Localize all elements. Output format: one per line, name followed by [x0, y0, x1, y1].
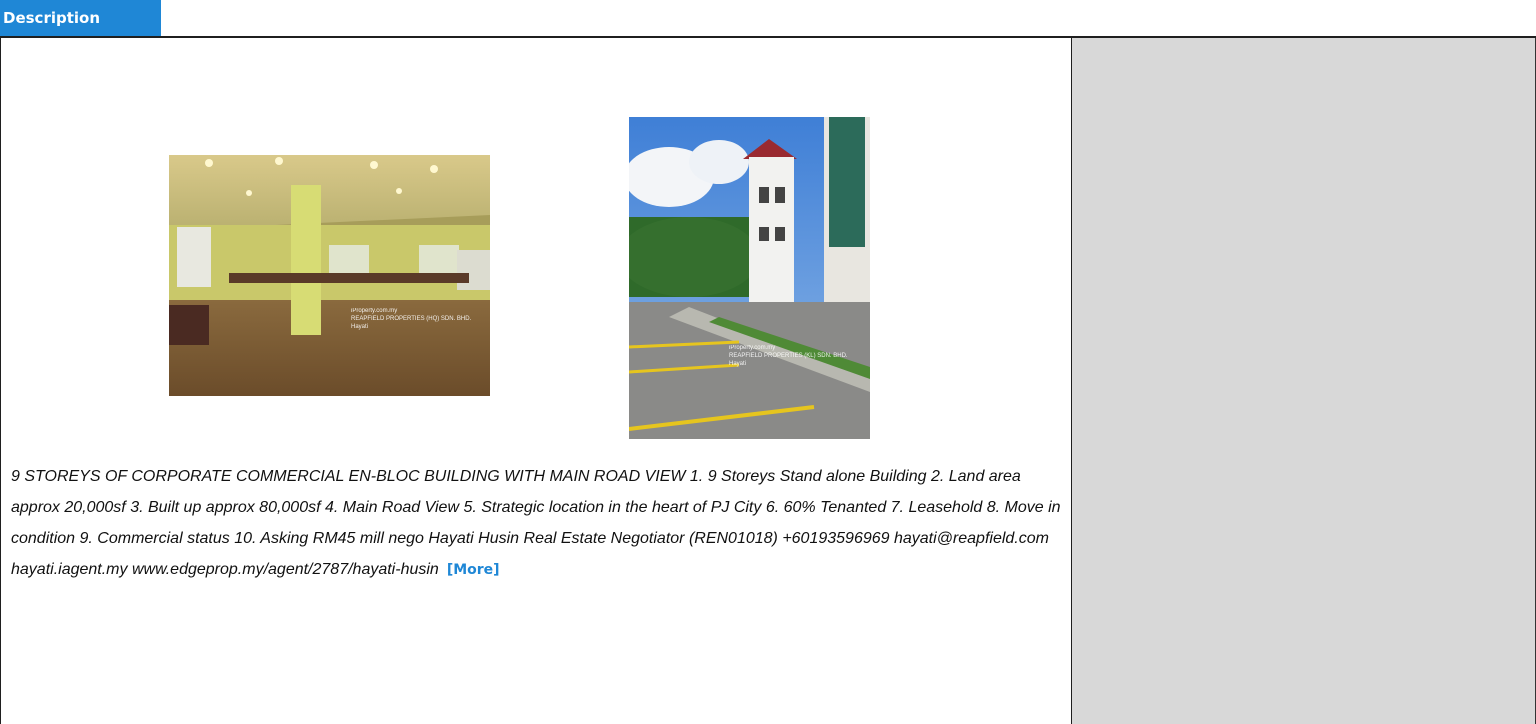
photo-watermark: iProperty.com.my REAPFIELD PROPERTIES (K…	[729, 345, 848, 367]
photo-watermark: iProperty.com.my REAPFIELD PROPERTIES (H…	[351, 308, 472, 330]
more-link[interactable]: [More]	[447, 562, 500, 578]
building-exterior-photo[interactable]: iProperty.com.my REAPFIELD PROPERTIES (K…	[629, 117, 870, 439]
description-content: iProperty.com.my REAPFIELD PROPERTIES (H…	[0, 38, 1072, 724]
office-interior-photo[interactable]: iProperty.com.my REAPFIELD PROPERTIES (H…	[169, 155, 490, 396]
description-text: 9 STOREYS OF CORPORATE COMMERCIAL EN-BLO…	[11, 468, 1061, 578]
description-panel: iProperty.com.my REAPFIELD PROPERTIES (H…	[0, 36, 1536, 724]
description-tab[interactable]: Description	[0, 0, 161, 36]
listing-description: 9 STOREYS OF CORPORATE COMMERCIAL EN-BLO…	[11, 461, 1066, 586]
sidebar-panel	[1072, 38, 1536, 724]
